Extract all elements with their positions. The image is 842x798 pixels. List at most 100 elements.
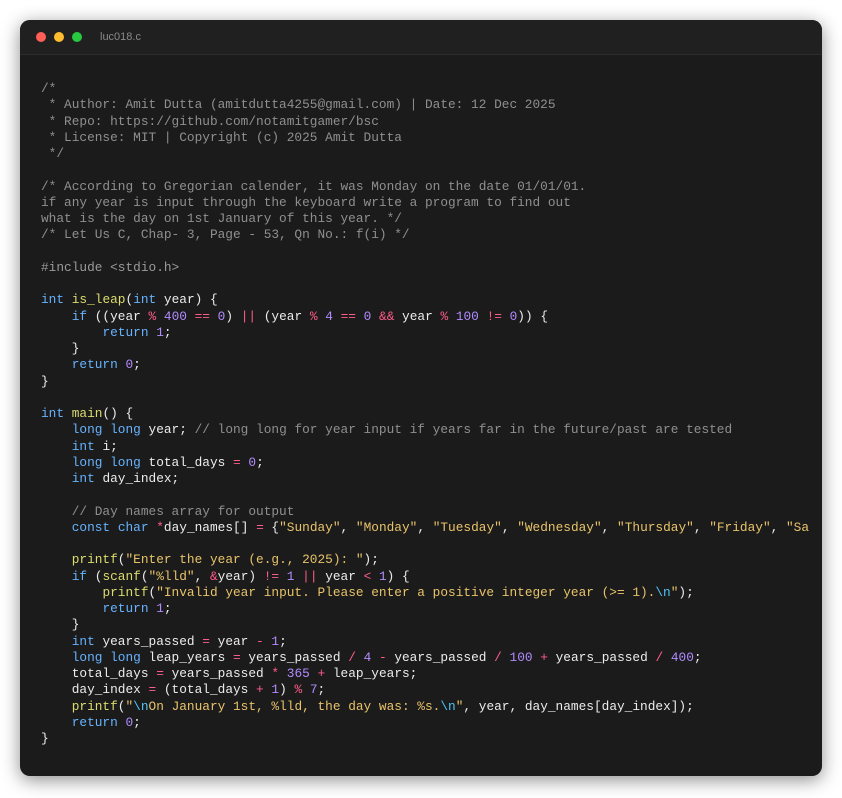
code-line: day_index = (total_days + 1) % 7; [41, 682, 822, 698]
code-token-plain: } [41, 341, 80, 356]
code-token-comment: // Day names array for output [71, 503, 295, 519]
code-token-keyword: int [71, 471, 95, 486]
code-line: if (scanf("%lld", &year) != 1 || year < … [41, 569, 822, 585]
code-token-operator: & [209, 568, 218, 584]
code-token-keyword: if [71, 568, 88, 584]
code-token-keyword: return [102, 324, 149, 340]
code-token-operator: % [294, 682, 303, 698]
code-token-comment: * Author: Amit Dutta (amitdutta4255@gmai… [41, 97, 556, 113]
code-line: what is the day on 1st January of this y… [41, 211, 822, 227]
code-window: luc018.c /* * Author: Amit Dutta (amitdu… [20, 20, 822, 776]
code-token-keyword: return [71, 714, 118, 730]
code-token-keyword: char [117, 519, 149, 535]
code-token-comment: /* [41, 81, 57, 96]
code-token-plain: day_index [41, 682, 149, 698]
code-line: long long total_days = 0; [41, 455, 822, 471]
code-token-plain: ; [163, 324, 172, 340]
code-token-keyword: long [71, 649, 103, 665]
code-line: total_days = years_passed * 365 + leap_y… [41, 666, 822, 682]
code-line: /* According to Gregorian calender, it w… [41, 179, 822, 195]
code-line: return 1; [41, 325, 822, 341]
code-token-keyword: long [110, 422, 141, 438]
code-token-plain: year) [217, 568, 264, 584]
code-token-operator: + [540, 649, 548, 665]
code-token-number: 7 [309, 682, 318, 698]
code-token-plain: ; [256, 454, 264, 470]
code-token-string: "Thursday" [617, 519, 694, 535]
code-token-string: "%lld" [148, 568, 195, 584]
code-token-string: "Friday" [709, 519, 771, 535]
code-line: const char *day_names[] = {"Sunday", "Mo… [41, 520, 822, 536]
code-token-plain: ; [163, 601, 172, 616]
code-line: int main() { [41, 406, 822, 422]
code-token-plain: , [417, 519, 433, 535]
code-editor[interactable]: /* * Author: Amit Dutta (amitdutta4255@g… [41, 81, 822, 747]
code-line: return 0; [41, 715, 822, 731]
code-token-operator: == [194, 308, 210, 324]
code-token-operator: != [263, 568, 280, 584]
code-token-comment: // long long for year input if years far… [194, 422, 733, 438]
code-token-func: printf [71, 552, 118, 568]
maximize-button[interactable] [72, 32, 82, 42]
code-token-plain: , [693, 519, 710, 535]
code-token-operator: - [378, 649, 387, 665]
code-line: /* Let Us C, Chap- 3, Page - 53, Qn No.:… [41, 227, 822, 243]
code-token-operator: && [379, 308, 395, 324]
code-line: } [41, 731, 822, 747]
code-token-plain: (year [256, 308, 310, 324]
code-line: printf("\nOn January 1st, %lld, the day … [41, 699, 822, 715]
code-token-keyword: int [133, 292, 157, 308]
code-token-operator: / [494, 649, 502, 665]
code-token-operator: / [655, 649, 664, 665]
code-line: } [41, 341, 822, 357]
code-token-string: "Wednesday" [517, 519, 602, 535]
code-token-string: "Tuesday" [432, 519, 502, 535]
code-token-plain: )) { [517, 308, 549, 324]
code-token-func: printf [71, 698, 118, 714]
code-token-func: is_leap [71, 292, 126, 308]
code-token-comment: what is the day on 1st January of this y… [41, 211, 402, 226]
code-token-string: On January 1st, %lld, the day was: %s. [148, 698, 441, 714]
window-title: luc018.c [100, 31, 141, 43]
code-token-operator: = [156, 666, 164, 681]
code-token-keyword: long [110, 649, 141, 665]
code-token-plain: , [340, 519, 356, 535]
code-token-plain: year [317, 568, 364, 584]
code-token-plain: ); [363, 552, 379, 568]
code-line: int day_index; [41, 471, 822, 487]
code-token-plain: , [501, 519, 518, 535]
minimize-button[interactable] [54, 32, 64, 42]
code-token-keyword: long [71, 454, 103, 470]
code-token-plain: } [41, 373, 49, 389]
close-button[interactable] [36, 32, 46, 42]
code-token-escape: \n [133, 698, 149, 714]
code-token-plain: ( [87, 568, 103, 584]
code-token-plain: ) [279, 682, 295, 698]
code-token-operator: = [256, 519, 264, 535]
code-token-plain: years_passed [547, 649, 656, 665]
code-token-func: scanf [102, 568, 141, 584]
code-token-keyword: int [71, 438, 95, 454]
code-token-keyword: if [71, 308, 88, 324]
code-token-plain: () { [102, 406, 134, 421]
code-token-plain: ; [317, 682, 326, 698]
code-line: int is_leap(int year) { [41, 292, 822, 308]
